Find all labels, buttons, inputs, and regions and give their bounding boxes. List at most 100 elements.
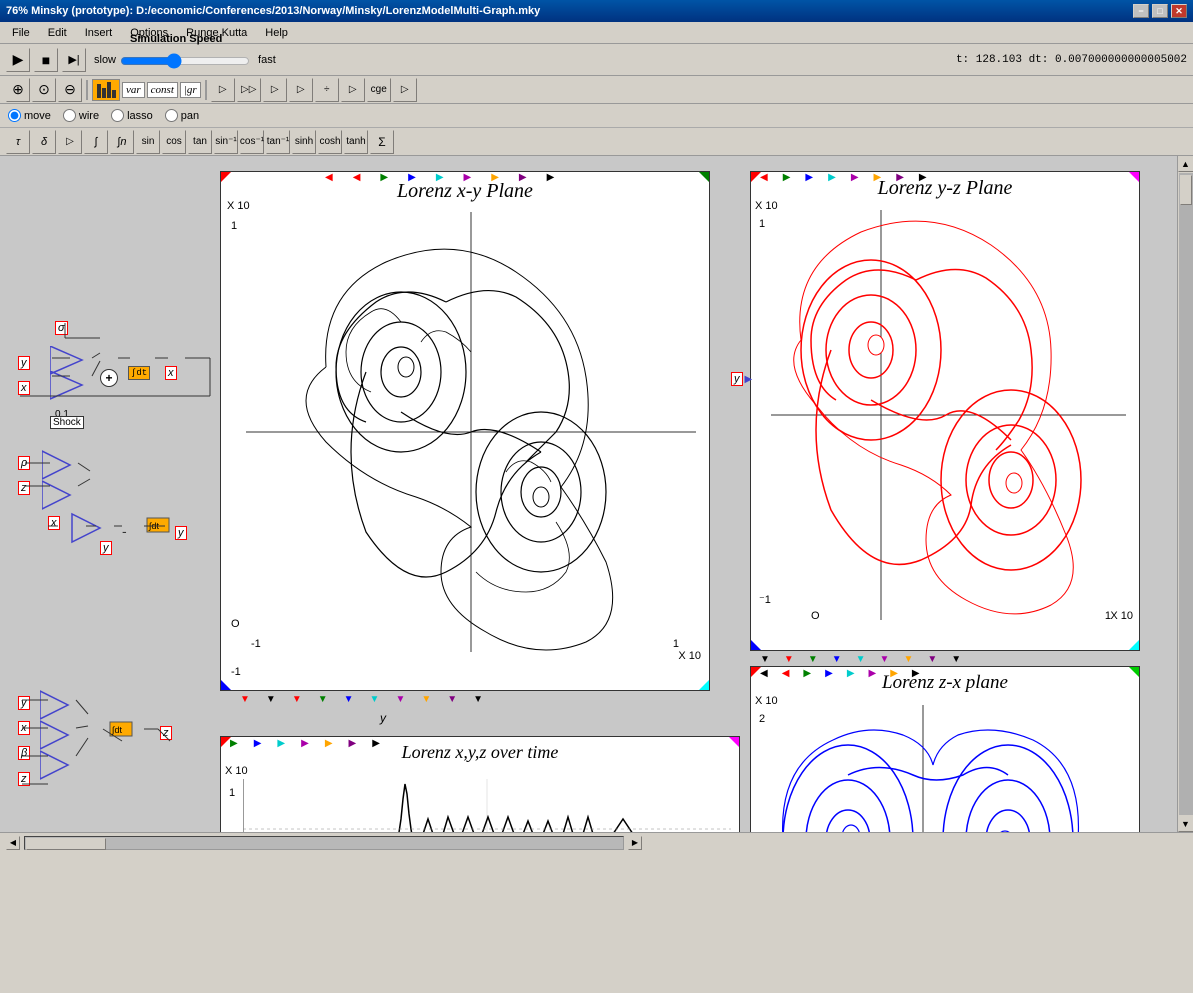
zoom-fit-button[interactable]: ⊙ [32,78,56,102]
func-arrow[interactable]: ▷ [58,130,82,154]
lorenz-xy-graph[interactable]: Lorenz x-y Plane X 10 X 10 1 O -1 1 -1 [220,171,710,691]
const-button[interactable]: const [147,82,178,98]
xy-y-axis-top: X 10 [227,200,250,212]
mode-pan[interactable]: pan [165,109,199,122]
play-button[interactable]: ▶ [6,48,30,72]
minimize-button[interactable]: − [1133,4,1149,18]
xy-corner-tr [699,172,709,182]
op-button-4[interactable]: ▷ [289,78,313,102]
lorenz-xy-title: Lorenz x-y Plane [221,180,709,203]
top-connections [10,296,230,416]
xyz-corner-tr [729,737,739,747]
hscroll-left-button[interactable]: ◀ [6,836,20,850]
func-integral-n[interactable]: ∫n [110,130,134,154]
func-sin[interactable]: sin [136,130,160,154]
zx-y2: 2 [759,713,765,725]
xy-corner-br [699,680,709,690]
graph-button[interactable]: |gr [180,82,201,98]
scroll-thumb[interactable] [1180,175,1192,205]
xyz-y-top: X 10 [225,765,248,777]
hscroll-thumb[interactable] [26,838,106,850]
yz-corner-bl [751,640,761,650]
func-arcsin[interactable]: sin⁻¹ [214,130,238,154]
func-cosh[interactable]: cosh [318,130,342,154]
op-button-5[interactable]: ÷ [315,78,339,102]
xyz-top-markers: ▶ ▶ ▶ ▶ ▶ ▶ ▶ [230,738,380,749]
xy-xbot-neg1: -1 [231,666,241,678]
mode-move[interactable]: move [8,109,51,122]
fast-label: fast [258,54,276,66]
yz-corner-tr [1129,172,1139,182]
toolbar: ▶ ■ ▶| slow Simulation Speed fast t: 128… [0,44,1193,76]
zx-corner-tr [1129,667,1139,677]
op-button-6[interactable]: ▷ [341,78,365,102]
yz-y-input: y ▶ [731,372,752,386]
xy-corner-bl [221,680,231,690]
histogram-icon[interactable] [92,79,120,101]
func-tanh[interactable]: tanh [344,130,368,154]
statusbar: ◀ ▶ [0,832,1193,852]
func-delta[interactable]: δ [32,130,56,154]
menu-insert[interactable]: Insert [77,25,121,41]
mode-wire[interactable]: wire [63,109,99,122]
bot-connections [10,686,220,786]
zoom-out-button[interactable]: ⊖ [58,78,82,102]
slow-label: slow [94,54,116,66]
vscrollbar[interactable]: ▲ ▼ [1177,156,1193,832]
scroll-track[interactable] [1179,173,1193,815]
yz-bottom-markers: ▼ ▼ ▼ ▼ ▼ ▼ ▼ ▼ ▼ [760,654,961,665]
toolbar2: ⊕ ⊙ ⊖ var const |gr ▷ ▷▷ ▷ ▷ ÷ ▷ cge ▷ [0,76,1193,104]
xy-top-markers: ◀ ◀ ▶ ▶ ▶ ▶ ▶ ▶ ▶ [325,172,554,183]
menu-edit[interactable]: Edit [40,25,75,41]
yz-grid [771,210,1126,620]
titlebar-controls: − □ ✕ [1133,4,1187,18]
op-button-1[interactable]: ▷ [211,78,235,102]
yz-corner-br [1129,640,1139,650]
title-text: 76% Minsky (prototype): D:/economic/Conf… [6,5,540,17]
timestamp: t: 128.103 dt: 0.007000000000005002 [956,54,1187,66]
yz-ym1: ⁻1 [759,593,771,606]
maximize-button[interactable]: □ [1152,4,1168,18]
hscroll-right-button[interactable]: ▶ [628,836,642,850]
func-integral[interactable]: ∫ [84,130,108,154]
canvas-area[interactable]: Lorenz x-y Plane X 10 X 10 1 O -1 1 -1 [0,156,1177,832]
close-button[interactable]: ✕ [1171,4,1187,18]
func-sinh[interactable]: sinh [292,130,316,154]
speed-slider[interactable] [120,53,250,69]
xy-y-label: y [380,711,386,725]
func-tan[interactable]: tan [188,130,212,154]
stop-button[interactable]: ■ [34,48,58,72]
shock-block: Shock [50,416,84,429]
xyz-chart [243,779,731,832]
op-button-3[interactable]: ▷ [263,78,287,102]
hscroll-track[interactable] [24,836,624,850]
lorenz-yz-graph[interactable]: Lorenz y-z Plane X 10 X 10 1 ⁻1 O 1 [750,171,1140,651]
lorenz-xyz-time-graph[interactable]: Lorenz x,y,z over time X 10 x 100 1 -1 0… [220,736,740,832]
var-button[interactable]: var [122,82,145,98]
mid-connections [10,451,220,571]
xy-grid [246,212,696,652]
xyz-y1: 1 [229,787,235,799]
func-arccos[interactable]: cos⁻¹ [240,130,264,154]
scroll-up-button[interactable]: ▲ [1178,156,1193,172]
func-arctan[interactable]: tan⁻¹ [266,130,290,154]
xy-corner-tl [221,172,231,182]
yz-y1: 1 [759,218,765,230]
menu-help[interactable]: Help [257,25,296,41]
zx-chart [773,705,1128,832]
simulation-speed-label: Simulation Speed [130,33,222,45]
func-tau[interactable]: τ [6,130,30,154]
menu-file[interactable]: File [4,25,38,41]
xy-bottom-markers: ▼ ▼ ▼ ▼ ▼ ▼ ▼ ▼ ▼ ▼ [240,694,483,705]
zoom-in-button[interactable]: ⊕ [6,78,30,102]
op-button-2[interactable]: ▷▷ [237,78,261,102]
func-sigma[interactable]: Σ [370,130,394,154]
mode-lasso[interactable]: lasso [111,109,153,122]
sep1 [86,80,88,100]
lorenz-zx-graph[interactable]: Lorenz z-x plane X 10 X 10 2 0⁻¹ O 1 [750,666,1140,832]
func-cos[interactable]: cos [162,130,186,154]
scroll-down-button[interactable]: ▼ [1178,816,1193,832]
step-button[interactable]: ▶| [62,48,86,72]
op-button-8[interactable]: ▷ [393,78,417,102]
op-button-7[interactable]: cge [367,78,391,102]
